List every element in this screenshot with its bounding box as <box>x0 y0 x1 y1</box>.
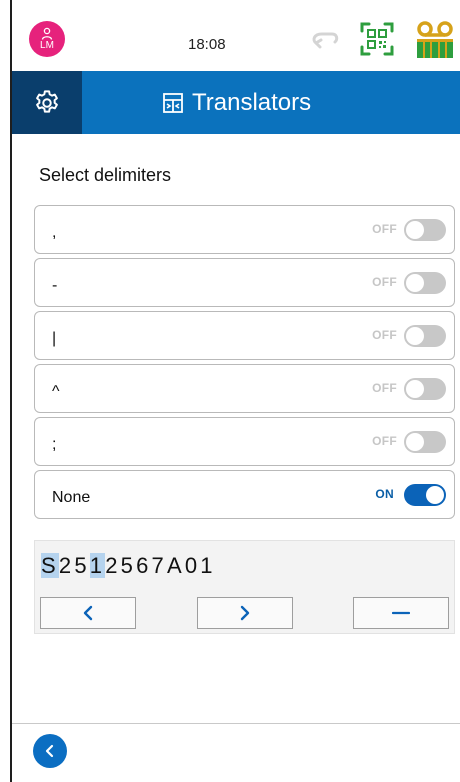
page-title: Translators <box>192 88 312 116</box>
section-heading: Select delimiters <box>39 165 172 185</box>
qr-scan-icon[interactable] <box>360 22 394 56</box>
toggle-switch[interactable] <box>404 272 446 294</box>
delimiter-row-pipe[interactable]: | OFF <box>34 311 455 360</box>
toggle-state-label: OFF <box>372 222 397 236</box>
delimiter-label: None <box>52 489 91 506</box>
toggle-knob <box>426 486 444 504</box>
barcode-char: A <box>166 553 185 578</box>
remove-button[interactable] <box>353 597 449 629</box>
delimiter-label: ^ <box>52 383 60 400</box>
barcode-char: 0 <box>184 553 201 578</box>
barcode-char: 7 <box>151 553 167 578</box>
chevron-left-icon <box>83 605 93 621</box>
toggle-switch[interactable] <box>404 431 446 453</box>
barcode-char: 2 <box>105 553 121 578</box>
toggle-switch[interactable] <box>404 378 446 400</box>
status-bar: LM 18:08 <box>12 0 460 70</box>
user-avatar[interactable]: LM <box>29 21 65 57</box>
sync-icon <box>312 32 339 49</box>
chevron-right-icon <box>240 605 250 621</box>
toggle-knob <box>406 274 424 292</box>
label-tape-icon[interactable] <box>415 20 455 60</box>
minus-icon <box>392 611 410 615</box>
delimiter-row-comma[interactable]: , OFF <box>34 205 455 254</box>
next-button[interactable] <box>197 597 293 629</box>
toggle-state-label: OFF <box>372 328 397 342</box>
delimiter-label: , <box>52 224 57 241</box>
toggle-state-label: OFF <box>372 275 397 289</box>
barcode-char: 1 <box>200 553 216 578</box>
delimiter-label: - <box>52 277 58 294</box>
toggle-knob <box>406 221 424 239</box>
previous-button[interactable] <box>40 597 136 629</box>
barcode-preview: S2512567A01 <box>34 540 455 634</box>
barcode-char-highlighted: S <box>41 553 59 578</box>
translator-icon <box>163 92 183 113</box>
barcode-char: 5 <box>120 553 137 578</box>
clock: 18:08 <box>188 36 226 53</box>
delimiter-label: | <box>52 330 57 347</box>
toggle-switch[interactable] <box>404 325 446 347</box>
back-button[interactable] <box>33 734 67 768</box>
footer-divider <box>12 723 460 724</box>
user-initials: LM <box>40 40 54 51</box>
device-screen: LM 18:08 Translators Select delimiters ,… <box>10 0 460 782</box>
toggle-state-label: OFF <box>372 434 397 448</box>
barcode-value: S2512567A01 <box>41 553 216 579</box>
toggle-knob <box>406 380 424 398</box>
toggle-switch[interactable] <box>404 484 446 506</box>
header-title: Translators <box>162 71 311 134</box>
toggle-state-label: OFF <box>372 381 397 395</box>
barcode-char-highlighted: 1 <box>89 553 106 578</box>
toggle-switch[interactable] <box>404 219 446 241</box>
settings-button[interactable] <box>12 71 82 134</box>
delimiter-row-none[interactable]: None ON <box>34 470 455 519</box>
delimiter-label: ; <box>52 436 57 453</box>
app-header: Translators <box>12 71 460 134</box>
gear-icon <box>36 89 58 113</box>
delimiter-row-semicolon[interactable]: ; OFF <box>34 417 455 466</box>
barcode-char: 5 <box>74 553 90 578</box>
delimiter-row-caret[interactable]: ^ OFF <box>34 364 455 413</box>
toggle-state-label: ON <box>375 487 394 501</box>
delimiter-row-dash[interactable]: - OFF <box>34 258 455 307</box>
barcode-char: 6 <box>136 553 152 578</box>
barcode-char: 2 <box>58 553 75 578</box>
toggle-knob <box>406 433 424 451</box>
chevron-left-icon <box>45 744 54 758</box>
person-icon <box>41 27 53 40</box>
toggle-knob <box>406 327 424 345</box>
